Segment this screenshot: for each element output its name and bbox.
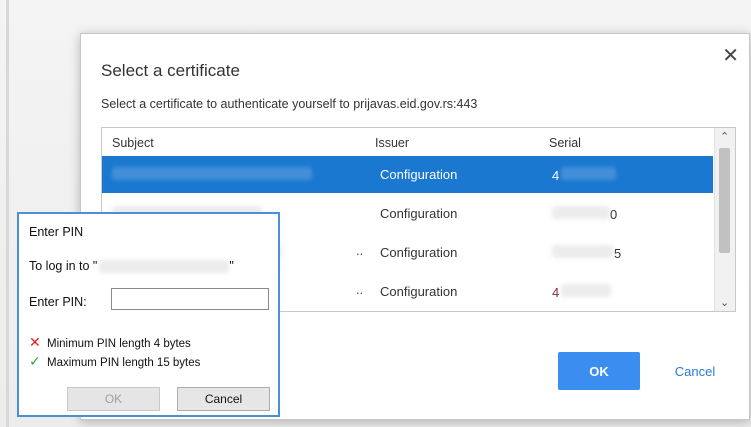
pin-cancel-button[interactable]: Cancel (177, 387, 270, 411)
column-header-issuer[interactable]: Issuer (375, 136, 409, 150)
issuer-cell: Configuration (380, 167, 458, 182)
issuer-cell: Configuration (380, 206, 458, 221)
cross-icon: ✕ (29, 334, 41, 350)
scroll-down-arrow-icon[interactable]: ⌄ (720, 296, 729, 309)
enter-pin-dialog: Enter PIN To log in to " " Enter PIN: ✕ Mi… (17, 212, 280, 417)
column-header-serial[interactable]: Serial (549, 136, 581, 150)
pin-input[interactable] (111, 288, 269, 310)
vertical-scrollbar[interactable]: ⌃ ⌄ (714, 128, 735, 311)
issuer-cell: Configuration (380, 284, 458, 299)
certificate-row[interactable]: Configuration 4 (102, 156, 713, 193)
serial-cell: 4 (552, 284, 632, 300)
scrollbar-thumb[interactable] (719, 148, 730, 253)
pin-dialog-title: Enter PIN (29, 225, 84, 239)
max-length-rule: ✓ Maximum PIN length 15 bytes (29, 353, 201, 369)
column-header-subject[interactable]: Subject (112, 136, 154, 150)
serial-cell: 4 (552, 167, 632, 183)
check-icon: ✓ (29, 353, 41, 369)
ok-button[interactable]: OK (558, 352, 640, 390)
row-dots: .. (356, 282, 364, 297)
pin-field-label: Enter PIN: (29, 295, 87, 309)
background-window-edge (6, 0, 9, 427)
row-dots: .. (356, 243, 364, 258)
scroll-up-arrow-icon[interactable]: ⌃ (720, 130, 729, 143)
pin-login-target: To log in to " " (29, 259, 234, 274)
dialog-title: Select a certificate (101, 61, 240, 80)
serial-cell: 5 (552, 245, 632, 261)
close-icon[interactable]: ✕ (722, 46, 739, 66)
serial-cell: 0 (552, 206, 632, 222)
table-header: Subject Issuer Serial (102, 128, 713, 156)
redacted-site-name (99, 260, 230, 274)
cancel-button[interactable]: Cancel (654, 352, 736, 390)
dialog-subtitle: Select a certificate to authenticate you… (101, 97, 478, 111)
pin-ok-button[interactable]: OK (67, 387, 160, 411)
subject-cell-redacted (112, 167, 352, 181)
min-length-rule: ✕ Minimum PIN length 4 bytes (29, 334, 191, 350)
issuer-cell: Configuration (380, 245, 458, 260)
